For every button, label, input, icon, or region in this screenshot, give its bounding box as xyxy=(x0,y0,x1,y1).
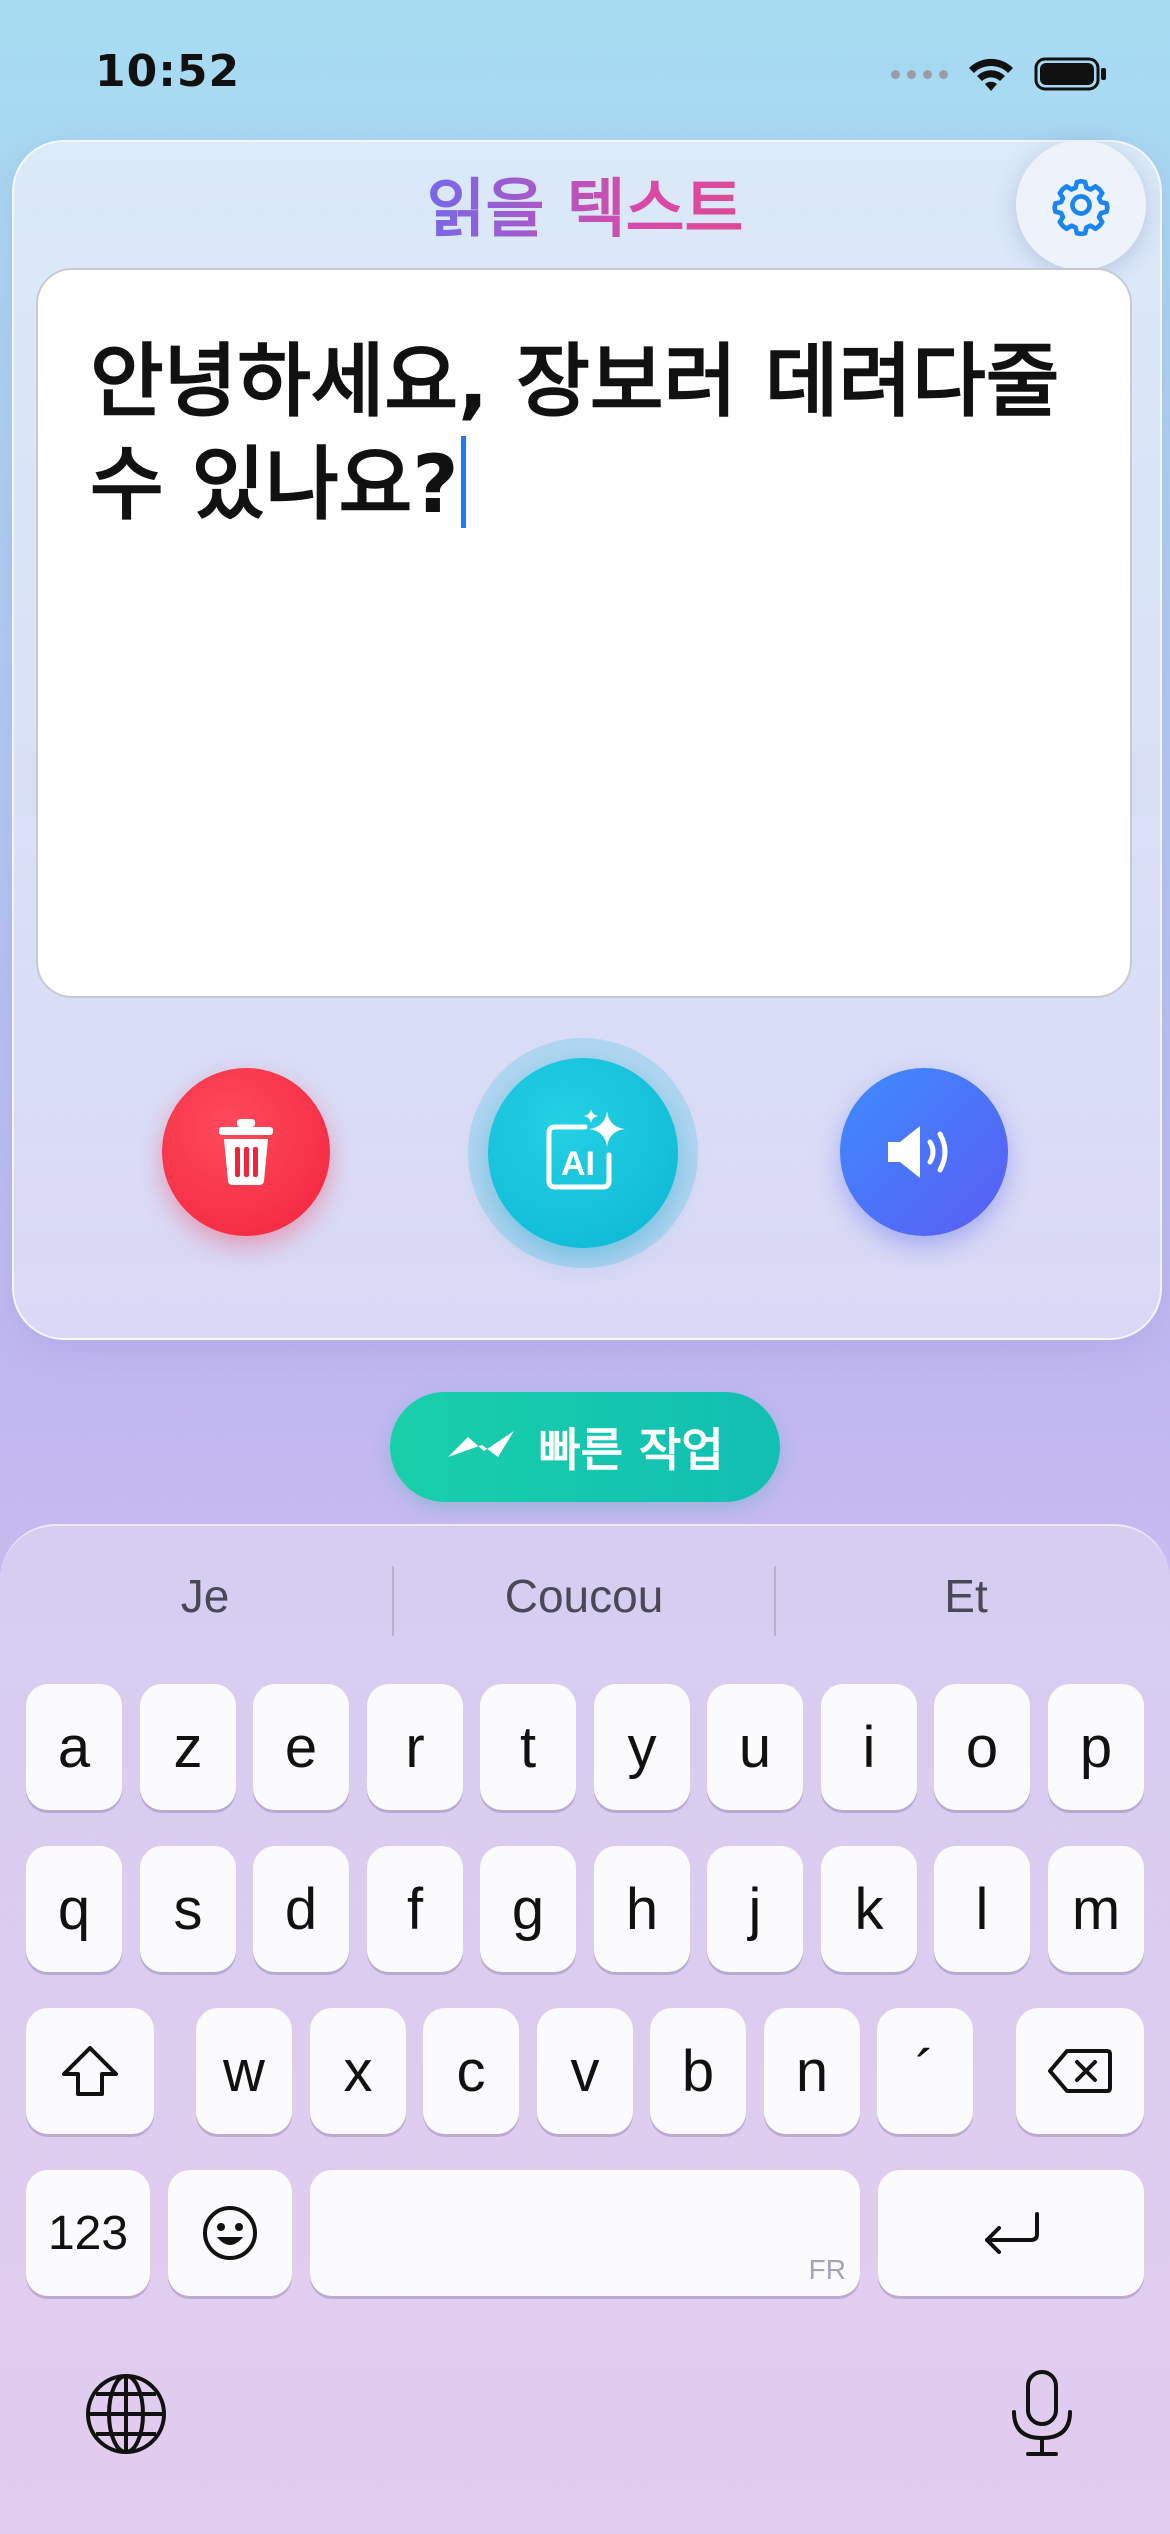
key-x[interactable]: x xyxy=(310,2008,406,2134)
gear-icon xyxy=(1052,178,1110,236)
key-q[interactable]: q xyxy=(26,1846,122,1972)
emoji-key[interactable] xyxy=(168,2170,292,2296)
settings-button[interactable] xyxy=(1016,140,1146,270)
key-z[interactable]: z xyxy=(140,1684,236,1810)
key-u[interactable]: u xyxy=(707,1684,803,1810)
suggestion-2[interactable]: Coucou xyxy=(394,1526,774,1666)
return-icon xyxy=(985,2212,1039,2254)
ai-sparkle-icon: AI xyxy=(546,1109,625,1190)
key-accent[interactable]: ´ xyxy=(877,2008,973,2134)
lightning-icon xyxy=(448,1431,515,1457)
text-input-area[interactable]: 안녕하세요, 장보러 데려다줄 수 있나요? xyxy=(36,268,1132,998)
key-r[interactable]: r xyxy=(367,1684,463,1810)
space-key[interactable]: FR xyxy=(310,2170,860,2296)
key-n[interactable]: n xyxy=(764,2008,860,2134)
wifi-icon xyxy=(969,58,1013,91)
card-title: 읽을 텍스트 xyxy=(0,158,1170,250)
shift-key[interactable] xyxy=(26,2008,154,2134)
key-o[interactable]: o xyxy=(934,1684,1030,1810)
svg-text:AI: AI xyxy=(561,1145,595,1183)
trash-icon xyxy=(219,1119,273,1185)
key-p[interactable]: p xyxy=(1048,1684,1144,1810)
status-bar: 10:52 xyxy=(0,0,1170,140)
delete-button[interactable] xyxy=(162,1068,330,1236)
delete-key[interactable] xyxy=(1016,2008,1144,2134)
numbers-key[interactable]: 123 xyxy=(26,2170,150,2296)
backspace-icon xyxy=(1048,2049,1112,2093)
key-t[interactable]: t xyxy=(480,1684,576,1810)
suggestion-3[interactable]: Et xyxy=(776,1526,1156,1666)
battery-icon xyxy=(1034,57,1106,91)
key-k[interactable]: k xyxy=(821,1846,917,1972)
microphone-icon xyxy=(1012,2370,1072,2456)
key-b[interactable]: b xyxy=(650,2008,746,2134)
globe-icon xyxy=(86,2374,166,2454)
status-time: 10:52 xyxy=(95,46,241,97)
key-c[interactable]: c xyxy=(423,2008,519,2134)
keyboard-language-label: FR xyxy=(808,2254,846,2285)
key-f[interactable]: f xyxy=(367,1846,463,1972)
shift-icon xyxy=(62,2046,118,2096)
key-m[interactable]: m xyxy=(1048,1846,1144,1972)
key-v[interactable]: v xyxy=(537,2008,633,2134)
key-d[interactable]: d xyxy=(253,1846,349,1972)
text-content: 안녕하세요, 장보러 데려다줄 수 있나요? xyxy=(90,335,1060,531)
key-w[interactable]: w xyxy=(196,2008,292,2134)
key-y[interactable]: y xyxy=(594,1684,690,1810)
cellular-signal-icon xyxy=(891,69,948,79)
dictation-button[interactable] xyxy=(1000,2368,1084,2464)
globe-button[interactable] xyxy=(80,2368,172,2464)
key-g[interactable]: g xyxy=(480,1846,576,1972)
suggestion-1[interactable]: Je xyxy=(20,1526,390,1666)
keyboard: Je Coucou Et a z e r t y u i o p q s d f… xyxy=(0,1524,1170,2534)
speak-button[interactable] xyxy=(840,1068,1008,1236)
key-a[interactable]: a xyxy=(26,1684,122,1810)
quick-action-label: 빠른 작업 xyxy=(538,1423,724,1477)
key-l[interactable]: l xyxy=(934,1846,1030,1972)
return-key[interactable] xyxy=(878,2170,1144,2296)
ai-button[interactable]: AI xyxy=(488,1058,678,1248)
key-j[interactable]: j xyxy=(707,1846,803,1972)
key-i[interactable]: i xyxy=(821,1684,917,1810)
emoji-icon xyxy=(203,2206,257,2260)
text-cursor xyxy=(460,436,466,528)
key-s[interactable]: s xyxy=(140,1846,236,1972)
speaker-icon xyxy=(888,1126,948,1178)
key-h[interactable]: h xyxy=(594,1846,690,1972)
quick-action-button[interactable]: 빠른 작업 xyxy=(390,1392,780,1502)
key-e[interactable]: e xyxy=(253,1684,349,1810)
